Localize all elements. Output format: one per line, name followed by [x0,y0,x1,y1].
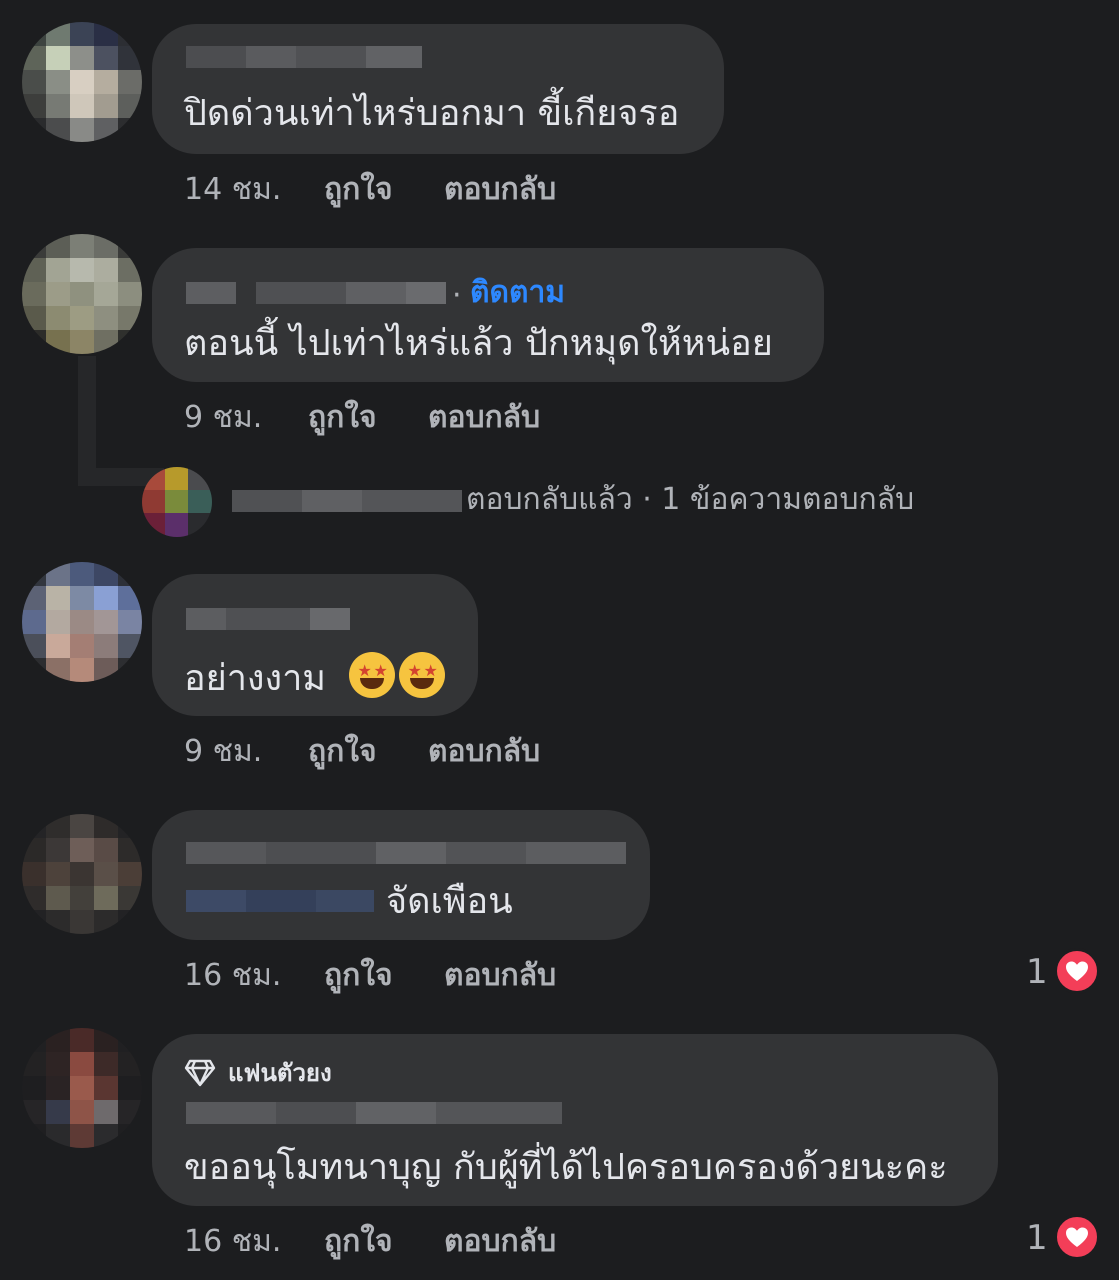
commenter-name-blurred[interactable] [186,282,446,304]
comment-timestamp[interactable]: 9 ชม. [184,734,262,770]
reply-button[interactable]: ตอบกลับ [428,400,540,436]
commenter-avatar[interactable] [22,22,142,142]
commenter-name-blurred[interactable] [186,46,422,68]
commenter-name-blurred[interactable] [186,842,626,864]
like-button[interactable]: ถูกใจ [324,1224,393,1260]
commenter-avatar[interactable] [22,1028,142,1148]
comment-bubble: จัดเพือน [152,810,650,940]
diamond-icon [184,1058,216,1088]
commenter-name-blurred[interactable] [186,608,350,630]
tagged-user-blurred[interactable] [186,890,374,912]
thread-line [78,356,96,486]
commenter-avatar[interactable] [22,234,142,354]
like-button[interactable]: ถูกใจ [308,400,377,436]
like-button[interactable]: ถูกใจ [324,958,393,994]
comment-text-label: อย่างงาม [184,658,327,699]
commenter-avatar[interactable] [22,562,142,682]
comment-bubble: ปิดด่วนเท่าไหร่บอกมา ขี้เกียจรอ [152,24,724,154]
reply-button[interactable]: ตอบกลับ [444,958,556,994]
star-struck-emoji: ★ ★ [399,652,446,698]
comment-text: ขออนุโมทนาบุญ กับผู้ที่ได้ไปครอบครองด้วย… [184,1147,948,1188]
reaction-count[interactable]: 1 [1026,952,1048,992]
view-replies-link[interactable]: ตอบกลับแล้ว · 1 ข้อความตอบกลับ [466,482,914,518]
reply-button[interactable]: ตอบกลับ [444,172,556,208]
comment-bubble: แฟนตัวยง ขออนุโมทนาบุญ กับผู้ที่ได้ไปครอ… [152,1034,998,1206]
top-fan-badge: แฟนตัวยง [228,1059,332,1087]
comment-bubble: · ติดตาม ตอนนี้ ไปเท่าไหร่แล้ว ปักหมุดให… [152,248,824,382]
star-struck-emoji: ★ ★ [349,652,396,698]
comment-timestamp[interactable]: 16 ชม. [184,1224,281,1260]
comment-timestamp[interactable]: 9 ชม. [184,400,262,436]
comment-text: จัดเพือน [386,881,513,922]
replier-avatar[interactable] [142,467,212,537]
comment-text: อย่างงาม ★ ★ ★ ★ [184,652,446,701]
commenter-name-blurred[interactable] [186,1102,562,1124]
reaction-count[interactable]: 1 [1026,1218,1048,1258]
replier-name-blurred[interactable] [232,490,462,512]
comment-text: ปิดด่วนเท่าไหร่บอกมา ขี้เกียจรอ [184,93,680,134]
comment-bubble: อย่างงาม ★ ★ ★ ★ [152,574,478,716]
like-button[interactable]: ถูกใจ [324,172,393,208]
reply-button[interactable]: ตอบกลับ [428,734,540,770]
comment-timestamp[interactable]: 14 ชม. [184,172,281,208]
reply-button[interactable]: ตอบกลับ [444,1224,556,1260]
heart-reaction-icon[interactable] [1054,948,1100,994]
separator-dot: · [452,278,462,313]
commenter-avatar[interactable] [22,814,142,934]
comment-text: ตอนนี้ ไปเท่าไหร่แล้ว ปักหมุดให้หน่อย [184,323,773,364]
follow-button[interactable]: ติดตาม [470,276,565,310]
comment-timestamp[interactable]: 16 ชม. [184,958,281,994]
like-button[interactable]: ถูกใจ [308,734,377,770]
heart-reaction-icon[interactable] [1054,1214,1100,1260]
